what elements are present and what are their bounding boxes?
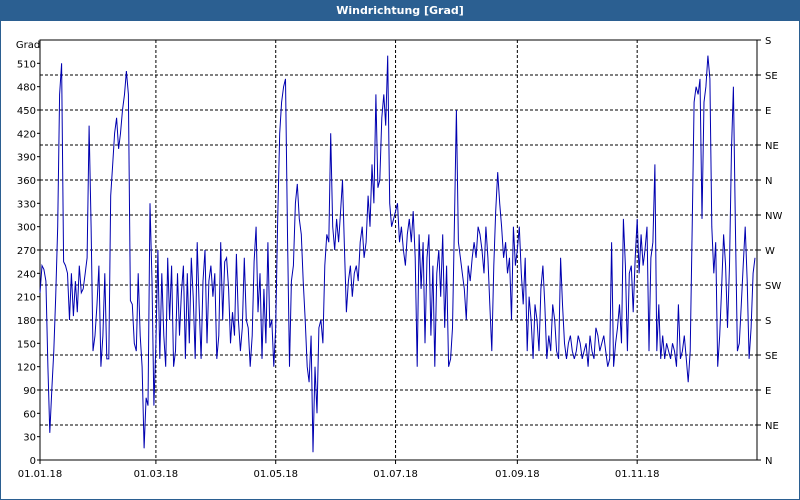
y-axis-label: Grad — [16, 40, 40, 51]
y-tick-label: 0 — [30, 456, 36, 467]
right-tick-label: N — [765, 456, 772, 467]
x-tick-labels: 01.01.18 01.03.18 01.05.18 01.07.18 01.09.18… — [18, 460, 660, 480]
y-tick-label: 60 — [23, 409, 36, 420]
right-tick-label: NE — [765, 421, 779, 432]
right-tick-label: SE — [765, 71, 778, 82]
y-tick-label: 390 — [17, 153, 36, 164]
y-tick-label: 450 — [17, 106, 36, 117]
y-tick-label: 510 — [17, 59, 36, 70]
y-tick-label: 240 — [17, 269, 36, 280]
wind-direction-chart: 0 30 60 90 120 150 180 210 240 270 300 330 360 390 420… — [16, 36, 783, 480]
series-line — [39, 55, 756, 453]
right-tick-label: E — [765, 106, 771, 117]
right-tick-label: N — [765, 176, 772, 187]
right-tick-label: SW — [765, 281, 781, 292]
y-tick-label: 420 — [17, 129, 36, 140]
y-tick-label: 210 — [17, 293, 36, 304]
y-tick-label: 180 — [17, 316, 36, 327]
x-tick-label: 01.07.18 — [373, 469, 418, 480]
right-compass-labels: N NE E SE S SW W NW N NE E SE S — [757, 36, 782, 467]
right-tick-label: NE — [765, 141, 779, 152]
x-tick-label: 01.01.18 — [18, 469, 63, 480]
y-tick-label: 330 — [17, 199, 36, 210]
right-tick-label: S — [765, 316, 771, 327]
right-tick-label: W — [765, 246, 775, 257]
y-tick-label: 30 — [23, 433, 36, 444]
y-tick-label: 360 — [17, 176, 36, 187]
right-tick-label: NW — [765, 211, 782, 222]
x-tick-label: 01.09.18 — [495, 469, 540, 480]
grid-layer — [40, 40, 757, 460]
y-tick-label: 480 — [17, 83, 36, 94]
right-tick-label: S — [765, 36, 771, 47]
x-tick-label: 01.05.18 — [253, 469, 298, 480]
y-tick-labels: 0 30 60 90 120 150 180 210 240 270 300 330 360 390 420… — [17, 59, 40, 467]
x-tick-label: 01.03.18 — [134, 469, 179, 480]
y-tick-label: 270 — [17, 246, 36, 257]
y-tick-label: 150 — [17, 339, 36, 350]
y-tick-label: 300 — [17, 223, 36, 234]
right-tick-label: SE — [765, 351, 778, 362]
right-tick-label: E — [765, 386, 771, 397]
x-tick-label: 01.11.18 — [615, 469, 660, 480]
y-tick-label: 120 — [17, 363, 36, 374]
y-tick-label: 90 — [23, 386, 36, 397]
